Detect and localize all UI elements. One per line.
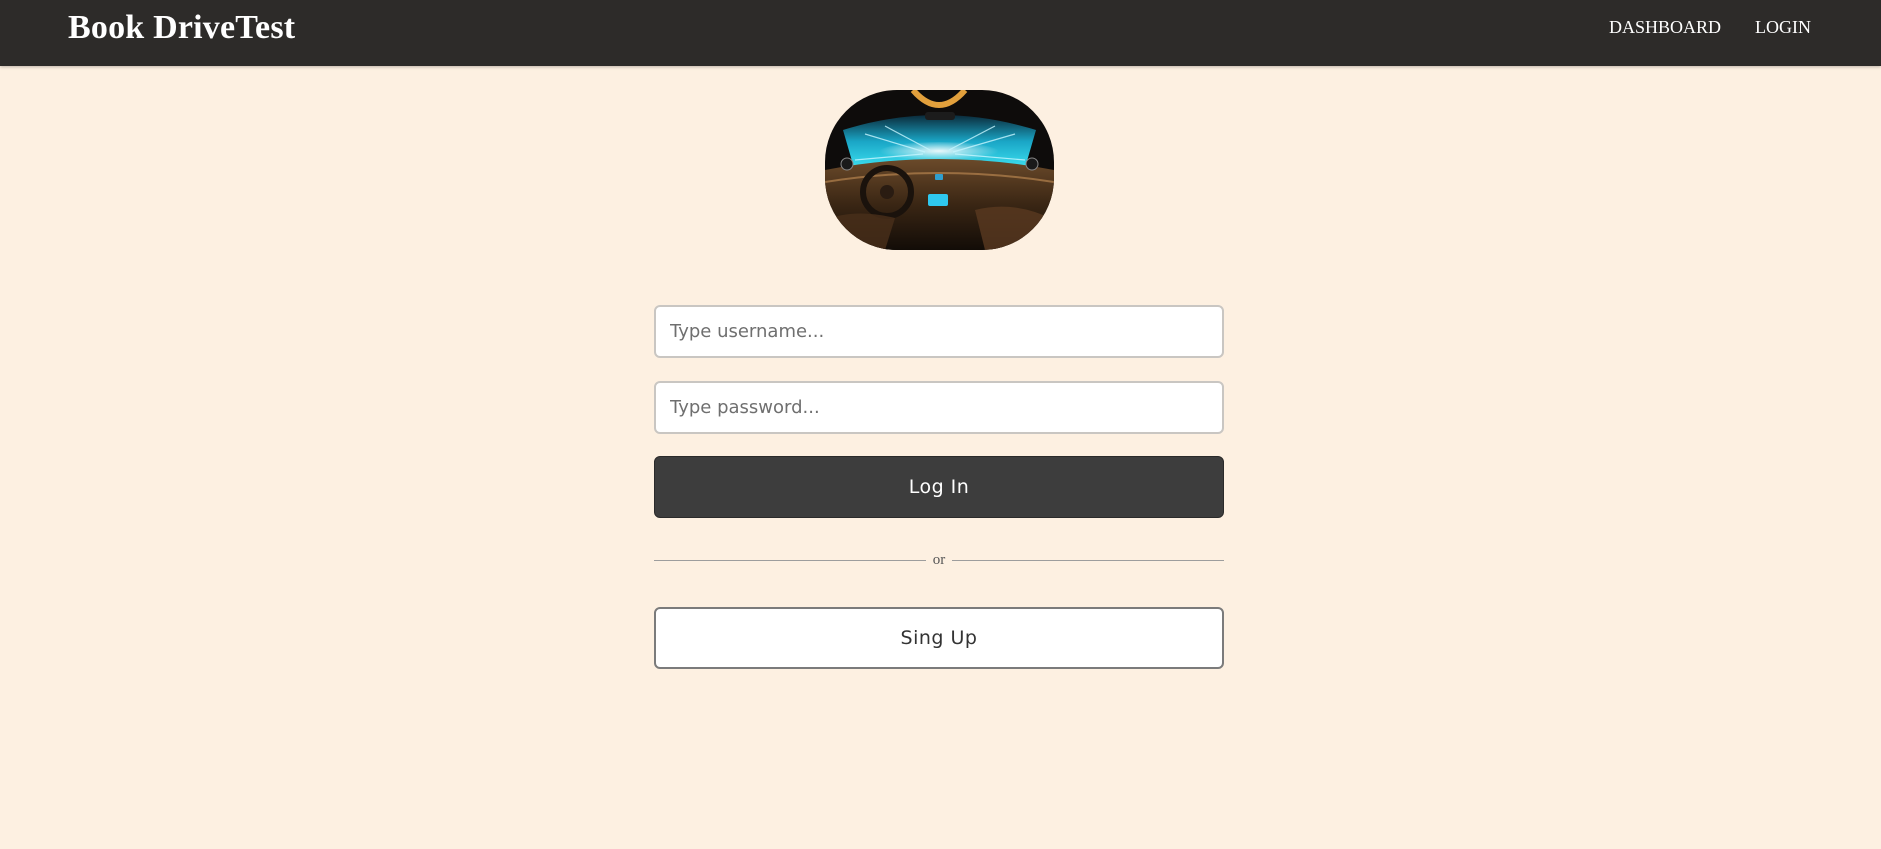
nav-links: DASHBOARD LOGIN — [1609, 16, 1811, 38]
divider-text: or — [932, 552, 946, 568]
brand-logo-link[interactable]: Book DriveTest — [68, 8, 295, 48]
divider-line-right — [952, 559, 1224, 561]
car-interior-image — [825, 90, 1054, 250]
password-input[interactable] — [654, 381, 1224, 434]
nav-link-dashboard[interactable]: DASHBOARD — [1609, 16, 1721, 38]
login-button[interactable]: Log In — [654, 456, 1224, 518]
signup-button[interactable]: Sing Up — [654, 607, 1224, 669]
nav-link-login[interactable]: LOGIN — [1755, 16, 1811, 38]
top-navbar: Book DriveTest DASHBOARD LOGIN — [0, 0, 1881, 66]
or-divider: or — [654, 550, 1224, 570]
username-input[interactable] — [654, 305, 1224, 358]
divider-line-left — [654, 559, 926, 561]
